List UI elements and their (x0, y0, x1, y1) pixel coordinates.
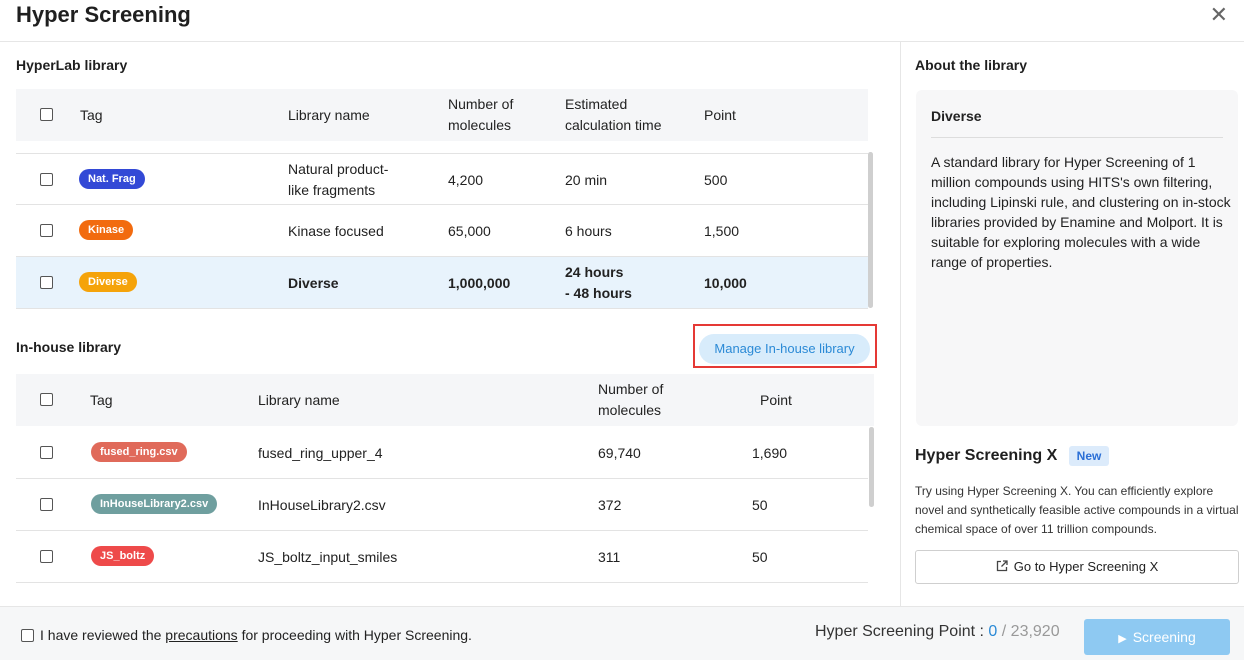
table-row[interactable]: Kinase Kinase focused 65,000 6 hours 1,5… (16, 205, 868, 257)
molecule-count: 69,740 (598, 445, 641, 461)
screening-button[interactable]: ▶ Screening (1084, 619, 1230, 655)
hyperlab-header-time-line2: calculation time (565, 117, 662, 133)
points-current: 0 (988, 623, 998, 640)
table-row-selected[interactable]: Diverse Diverse 1,000,000 24 hours - 48 … (16, 257, 868, 309)
dialog-title: Hyper Screening (16, 2, 191, 27)
inhouse-header-molecules-line1: Number of (598, 381, 664, 397)
inhouse-scrollbar-thumb[interactable] (869, 427, 874, 507)
inhouse-header-tag: Tag (90, 392, 113, 408)
external-link-icon (996, 552, 1008, 584)
point-value: 50 (752, 549, 768, 565)
screening-button-label: Screening (1132, 629, 1196, 645)
library-name-line1: Natural product- (288, 161, 389, 177)
hyper-screening-x-title: Hyper Screening X (915, 447, 1058, 464)
precautions-text: I have reviewed the precautions for proc… (40, 627, 472, 643)
precautions-suffix: for proceeding with Hyper Screening. (237, 627, 472, 643)
points-total: / 23,920 (997, 623, 1060, 640)
inhouse-section-title: In-house library (16, 339, 122, 355)
molecule-count: 311 (598, 549, 621, 565)
precautions-prefix: I have reviewed the (40, 627, 166, 643)
library-tag: JS_boltz (91, 546, 155, 566)
library-tag: fused_ring.csv (91, 442, 187, 462)
point-value: 50 (752, 497, 768, 513)
precautions-link[interactable]: precautions (165, 627, 237, 643)
table-row[interactable]: fused_ring.csv fused_ring_upper_4 69,740… (16, 427, 868, 479)
inhouse-table-header: Tag Library name Number of molecules Poi… (16, 374, 874, 426)
hyperlab-header-tag: Tag (80, 107, 103, 123)
hyperlab-select-all-checkbox[interactable] (40, 108, 53, 121)
hyperlab-section-title: HyperLab library (16, 57, 128, 73)
play-icon: ▶ (1118, 633, 1127, 645)
about-divider (931, 137, 1223, 138)
library-tag: InHouseLibrary2.csv (91, 494, 218, 514)
molecule-count: 1,000,000 (448, 275, 511, 291)
point-value: 10,000 (704, 275, 747, 291)
hyperlab-scrollbar-thumb[interactable] (868, 152, 873, 308)
row-checkbox[interactable] (40, 224, 53, 237)
molecule-count: 372 (598, 497, 622, 513)
table-row[interactable]: InHouseLibrary2.csv InHouseLibrary2.csv … (16, 479, 868, 531)
library-name: Diverse (288, 275, 339, 291)
go-to-hyper-screening-x-button[interactable]: Go to Hyper Screening X (915, 550, 1239, 584)
inhouse-select-all-checkbox[interactable] (40, 393, 53, 406)
table-row[interactable]: Nat. Frag Natural product- like fragment… (16, 153, 868, 205)
footer-bar: I have reviewed the precautions for proc… (0, 606, 1244, 660)
calc-time: 6 hours (565, 223, 612, 239)
hyperlab-header-molecules-line1: Number of (448, 96, 514, 112)
calc-time-line2: - 48 hours (565, 285, 632, 301)
molecule-count: 65,000 (448, 223, 491, 239)
point-value: 500 (704, 172, 728, 188)
panel-divider (900, 42, 901, 606)
row-checkbox[interactable] (40, 550, 53, 563)
calc-time-line1: 24 hours (565, 264, 624, 280)
row-checkbox[interactable] (40, 173, 53, 186)
molecule-count: 4,200 (448, 172, 484, 188)
hyperlab-header-library-name: Library name (288, 107, 370, 123)
library-tag: Kinase (79, 220, 134, 240)
library-name: Kinase focused (288, 223, 384, 239)
row-checkbox[interactable] (40, 276, 53, 289)
hyperlab-header-time-line1: Estimated (565, 96, 628, 112)
hyperlab-header-point: Point (704, 107, 736, 123)
inhouse-header-library-name: Library name (258, 392, 340, 408)
hyperlab-table-header: Tag Library name Number of molecules Est… (16, 89, 868, 141)
inhouse-header-molecules-line2: molecules (598, 402, 662, 418)
precautions-checkbox[interactable] (21, 629, 34, 642)
go-to-hyper-screening-x-label: Go to Hyper Screening X (1013, 559, 1159, 574)
hyper-screening-x-description: Try using Hyper Screening X. You can eff… (915, 484, 1239, 536)
library-name-line2: like fragments (288, 182, 376, 198)
row-checkbox[interactable] (40, 446, 53, 459)
about-library-description: A standard library for Hyper Screening o… (931, 154, 1231, 270)
points-label: Hyper Screening Point : (815, 623, 989, 640)
inhouse-header-point: Point (760, 392, 792, 408)
library-name: JS_boltz_input_smiles (258, 549, 398, 565)
new-badge: New (1069, 446, 1109, 466)
point-value: 1,500 (704, 223, 740, 239)
library-tag: Diverse (79, 272, 137, 292)
about-library-name: Diverse (931, 108, 982, 124)
row-checkbox[interactable] (40, 498, 53, 511)
library-name: InHouseLibrary2.csv (258, 497, 386, 513)
about-library-card: Diverse A standard library for Hyper Scr… (916, 90, 1238, 426)
header-divider (0, 41, 1244, 42)
table-row[interactable]: JS_boltz JS_boltz_input_smiles 311 50 (16, 531, 868, 583)
library-tag: Nat. Frag (79, 169, 145, 189)
highlight-box (693, 324, 877, 368)
hyperlab-header-molecules-line2: molecules (448, 117, 512, 133)
about-section-title: About the library (915, 57, 1028, 73)
point-value: 1,690 (752, 445, 788, 461)
hyper-screening-points: Hyper Screening Point : 0 / 23,920 (815, 623, 1060, 641)
library-name: fused_ring_upper_4 (258, 445, 383, 461)
close-icon[interactable]: ✕ (1210, 4, 1228, 26)
calc-time: 20 min (565, 172, 608, 188)
